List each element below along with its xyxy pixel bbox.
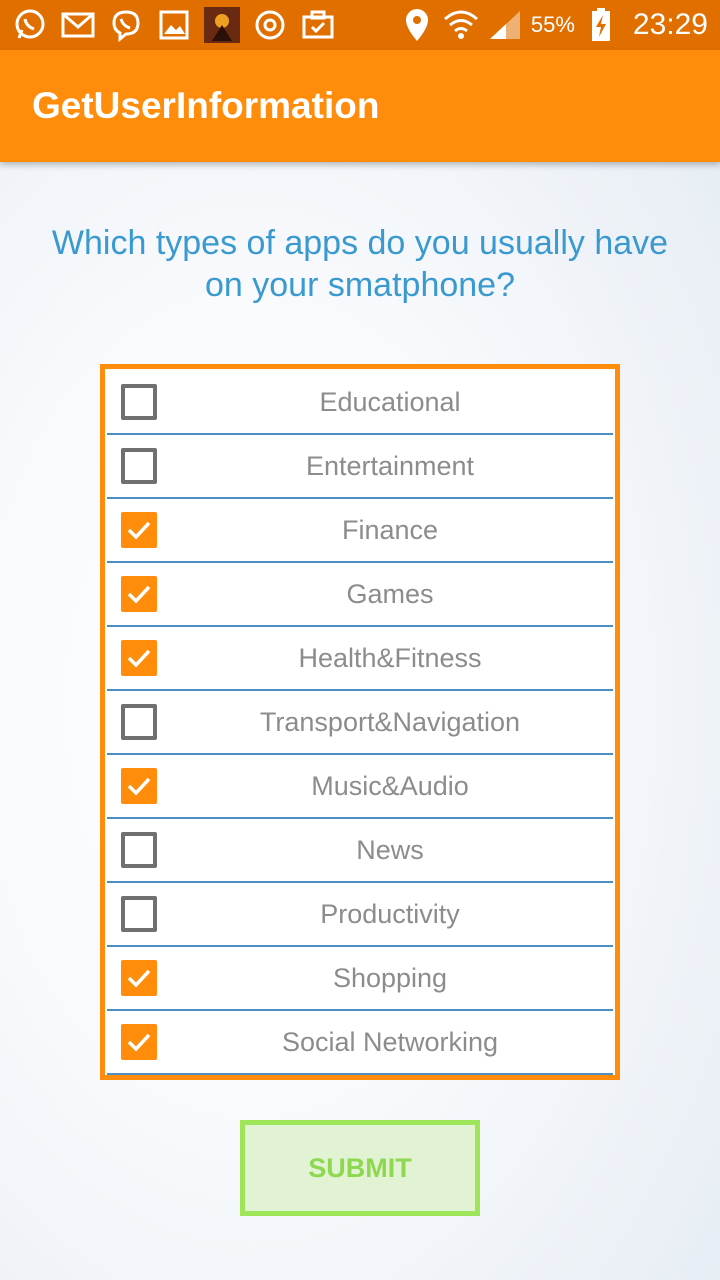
submit-button[interactable]: SUBMIT bbox=[240, 1120, 480, 1216]
battery-charging-icon bbox=[583, 7, 619, 43]
app-types-checklist: Educational Entertainment Finance Games Heal… bbox=[100, 364, 620, 1080]
checklist-row[interactable]: Shopping bbox=[107, 947, 613, 1011]
option-label: Health&Fitness bbox=[298, 642, 482, 673]
app-title: GetUserInformation bbox=[32, 85, 380, 126]
option-label: News bbox=[356, 834, 424, 865]
checkbox[interactable] bbox=[121, 960, 157, 996]
option-label: Educational bbox=[319, 386, 461, 417]
whatsapp-icon bbox=[12, 7, 48, 43]
option-label: Productivity bbox=[320, 898, 460, 929]
app-bar: GetUserInformation bbox=[0, 50, 720, 162]
gmail-icon bbox=[60, 7, 96, 43]
checkbox[interactable] bbox=[121, 512, 157, 548]
signal-icon bbox=[487, 7, 523, 43]
option-label: Music&Audio bbox=[311, 770, 469, 801]
checkbox[interactable] bbox=[121, 448, 157, 484]
option-label: Social Networking bbox=[281, 1026, 499, 1057]
question-text: Which types of apps do you usually have … bbox=[51, 224, 669, 304]
checkbox[interactable] bbox=[121, 832, 157, 868]
checkbox[interactable] bbox=[121, 896, 157, 932]
checkbox[interactable] bbox=[121, 1024, 157, 1060]
clock: 23:29 bbox=[632, 8, 708, 41]
checklist-row[interactable]: Games bbox=[107, 563, 613, 627]
checkmark-icon bbox=[127, 649, 151, 668]
checkmark-icon bbox=[127, 1033, 151, 1052]
option-label: Entertainment bbox=[305, 450, 475, 481]
checklist-row[interactable]: Entertainment bbox=[107, 435, 613, 499]
option-label: Shopping bbox=[332, 962, 448, 993]
briefcase-check-icon bbox=[300, 7, 336, 43]
viber-icon bbox=[108, 7, 144, 43]
game-app-icon bbox=[204, 7, 240, 43]
notification-icons bbox=[12, 7, 336, 43]
checkmark-icon bbox=[127, 521, 151, 540]
checkbox[interactable] bbox=[121, 704, 157, 740]
option-label: Transport&Navigation bbox=[259, 706, 521, 737]
system-status: 55% 23:29 bbox=[399, 7, 708, 43]
checklist-row[interactable]: Social Networking bbox=[107, 1011, 613, 1075]
option-label: Finance bbox=[341, 514, 439, 545]
location-icon bbox=[399, 7, 435, 43]
checkbox[interactable] bbox=[121, 768, 157, 804]
option-label: Games bbox=[346, 578, 434, 609]
checklist-row[interactable]: Productivity bbox=[107, 883, 613, 947]
checklist-row[interactable]: Educational bbox=[107, 371, 613, 435]
battery-percentage: 55% bbox=[530, 12, 575, 37]
checklist-row[interactable]: News bbox=[107, 819, 613, 883]
checklist-row[interactable]: Music&Audio bbox=[107, 755, 613, 819]
gallery-icon bbox=[156, 7, 192, 43]
checkbox[interactable] bbox=[121, 384, 157, 420]
checkmark-icon bbox=[127, 969, 151, 988]
wifi-icon bbox=[443, 7, 479, 43]
status-bar: 55% 23:29 bbox=[0, 0, 720, 50]
sync-icon bbox=[252, 7, 288, 43]
checkmark-icon bbox=[127, 585, 151, 604]
checklist-row[interactable]: Health&Fitness bbox=[107, 627, 613, 691]
checklist-row[interactable]: Finance bbox=[107, 499, 613, 563]
checklist-row[interactable]: Transport&Navigation bbox=[107, 691, 613, 755]
checkbox[interactable] bbox=[121, 640, 157, 676]
checkmark-icon bbox=[127, 777, 151, 796]
checkbox[interactable] bbox=[121, 576, 157, 612]
